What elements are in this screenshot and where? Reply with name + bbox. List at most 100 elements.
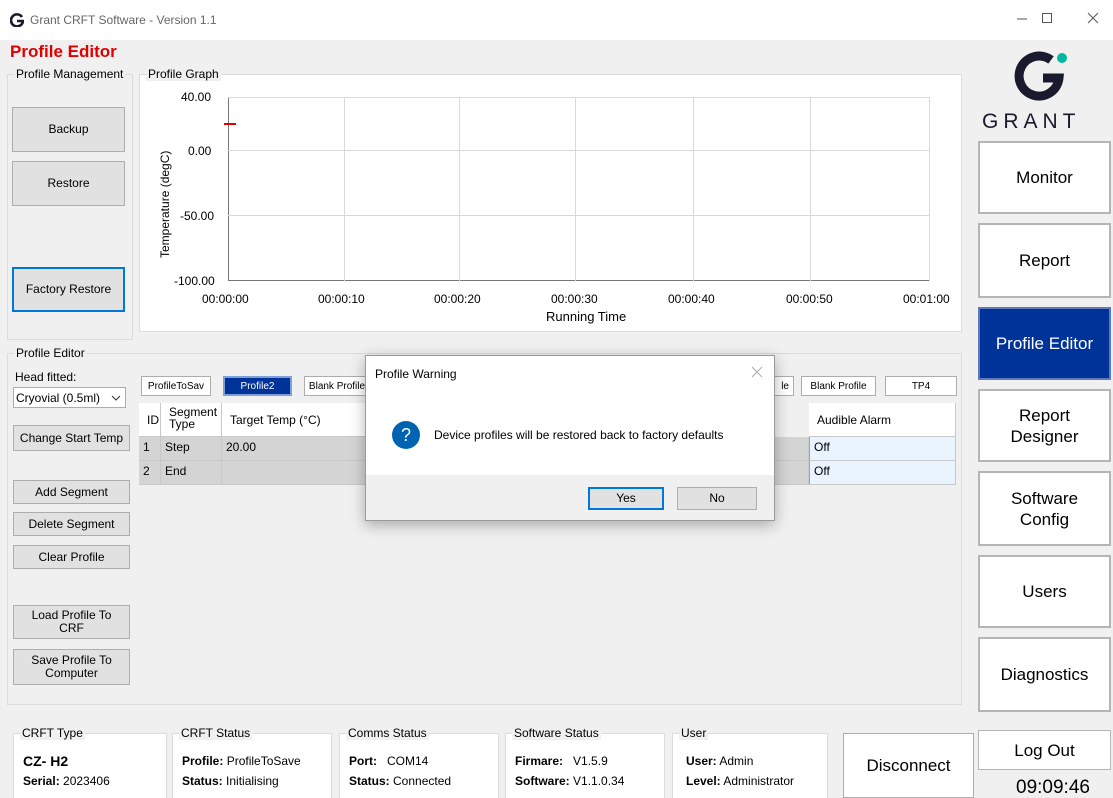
graph-plot-area: [228, 97, 930, 281]
dialog-message: Device profiles will be restored back to…: [434, 428, 724, 442]
table-cell[interactable]: 2: [139, 461, 161, 485]
no-button[interactable]: No: [677, 487, 757, 510]
label: Port:: [349, 754, 377, 768]
x-tick-label: 00:00:30: [551, 292, 598, 306]
table-cell[interactable]: 1: [139, 437, 161, 461]
head-fitted-label: Head fitted:: [15, 370, 77, 384]
comms-state: Status: Connected: [349, 774, 451, 788]
value: Initialising: [226, 774, 279, 788]
report-designer-button[interactable]: Report Designer: [978, 389, 1111, 462]
grid-line: [810, 97, 811, 281]
clear-profile-button[interactable]: Clear Profile: [13, 545, 130, 569]
x-axis-label: Running Time: [546, 309, 627, 324]
crft-serial: Serial: 2023406: [23, 774, 110, 788]
comms-port: Port: COM14: [349, 754, 428, 768]
y-tick-label: 40.00: [181, 90, 212, 104]
grid-line: [344, 97, 345, 281]
label: Firmare:: [515, 754, 564, 768]
monitor-button[interactable]: Monitor: [978, 141, 1111, 214]
diagnostics-button[interactable]: Diagnostics: [978, 637, 1111, 712]
column-header[interactable]: Audible Alarm: [809, 403, 956, 437]
label: Level:: [686, 774, 721, 788]
disconnect-button[interactable]: Disconnect: [843, 733, 974, 798]
dialog-close-icon[interactable]: [749, 364, 765, 380]
profile-tab[interactable]: Blank Profile: [304, 376, 370, 396]
value: V1.1.0.34: [573, 774, 625, 788]
add-segment-button[interactable]: Add Segment: [13, 480, 130, 504]
change-start-temp-button[interactable]: Change Start Temp: [13, 425, 130, 451]
x-tick-label: 00:00:10: [318, 292, 365, 306]
backup-button[interactable]: Backup: [12, 107, 125, 152]
column-header[interactable]: Segment Type: [161, 403, 222, 437]
app-logo-icon: [9, 13, 25, 28]
value: Connected: [393, 774, 452, 788]
x-tick-label: 00:01:00: [903, 292, 950, 306]
table-cell[interactable]: Off: [809, 437, 956, 461]
profile-tab[interactable]: ProfileToSav: [141, 376, 211, 396]
y-tick-label: 0.00: [188, 144, 212, 158]
profile-tab[interactable]: Blank Profile: [801, 376, 876, 396]
profile-tab[interactable]: TP4: [885, 376, 957, 396]
user-name: User: Admin: [686, 754, 753, 768]
group-label: Software Status: [512, 726, 601, 740]
y-tick-label: -50.00: [180, 209, 215, 223]
profile-tab[interactable]: le: [772, 376, 794, 396]
label: Serial:: [23, 774, 60, 788]
group-label: User: [679, 726, 709, 740]
crft-model: CZ- H2: [23, 753, 69, 769]
window-title: Grant CRFT Software - Version 1.1: [30, 13, 217, 27]
grid-line: [459, 97, 460, 281]
grid-line: [575, 97, 576, 281]
grid-line: [228, 215, 930, 216]
grant-logo-icon: [1011, 44, 1077, 106]
label: Status:: [182, 774, 223, 788]
y-tick-label: -100.00: [174, 274, 215, 288]
label: Software:: [515, 774, 570, 788]
report-button[interactable]: Report: [978, 223, 1111, 298]
table-cell[interactable]: 20.00: [222, 437, 367, 461]
group-label: CRFT Status: [179, 726, 253, 740]
profile-editor-button[interactable]: Profile Editor: [978, 307, 1111, 380]
head-fitted-select[interactable]: Cryovial (0.5ml): [13, 387, 126, 408]
users-button[interactable]: Users: [978, 555, 1111, 628]
delete-segment-button[interactable]: Delete Segment: [13, 512, 130, 536]
table-cell[interactable]: Step: [161, 437, 222, 461]
maximize-icon[interactable]: [1037, 10, 1057, 26]
y-axis-label: Temperature (degC): [158, 150, 172, 258]
value: Admin: [719, 754, 754, 768]
software-config-button[interactable]: Software Config: [978, 471, 1111, 546]
value: ProfileToSave: [226, 754, 301, 768]
restore-button[interactable]: Restore: [12, 161, 125, 206]
value: Administrator: [723, 774, 795, 788]
grant-logo-text: GRANT: [982, 110, 1081, 133]
table-cell[interactable]: [222, 461, 367, 485]
group-label: Comms Status: [346, 726, 429, 740]
save-profile-button[interactable]: Save Profile To Computer: [13, 649, 130, 685]
x-tick-label: 00:00:20: [434, 292, 481, 306]
load-profile-button[interactable]: Load Profile To CRF: [13, 605, 130, 639]
profile-tab[interactable]: Profile2: [223, 376, 292, 396]
close-icon[interactable]: [1083, 10, 1103, 26]
grid-line: [693, 97, 694, 281]
yes-button[interactable]: Yes: [588, 487, 664, 510]
head-fitted-value: Cryovial (0.5ml): [16, 391, 101, 405]
log-out-button[interactable]: Log Out: [978, 730, 1111, 770]
value: 2023406: [63, 774, 110, 788]
group-label: Profile Graph: [146, 67, 221, 81]
table-cell[interactable]: End: [161, 461, 222, 485]
grid-line: [929, 97, 930, 281]
x-tick-label: 00:00:50: [786, 292, 833, 306]
group-label: Profile Editor: [14, 346, 87, 360]
factory-restore-button[interactable]: Factory Restore: [12, 267, 125, 312]
x-tick-label: 00:00:40: [668, 292, 715, 306]
value: V1.5.9: [573, 754, 608, 768]
series-point: [224, 122, 236, 125]
table-cell[interactable]: Off: [809, 461, 956, 485]
group-label: Profile Management: [14, 67, 126, 81]
minimize-icon[interactable]: [1012, 10, 1032, 26]
column-header[interactable]: ID: [139, 403, 161, 437]
column-header[interactable]: Target Temp (°C): [222, 403, 367, 437]
clock: 09:09:46: [1016, 777, 1090, 798]
warning-dialog: Profile Warning ? Device profiles will b…: [365, 355, 775, 521]
firmware-version: Firmare: V1.5.9: [515, 754, 608, 768]
